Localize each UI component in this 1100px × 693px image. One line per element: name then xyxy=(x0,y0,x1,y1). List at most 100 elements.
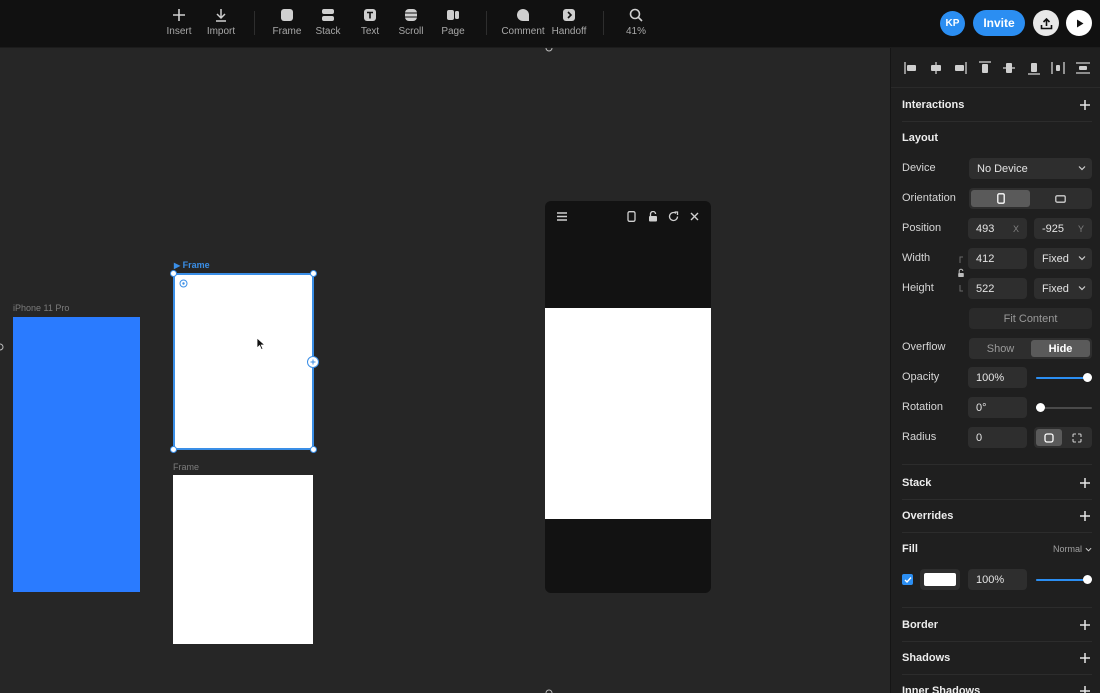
opacity-input[interactable]: 100% xyxy=(968,367,1027,388)
opacity-slider-knob[interactable] xyxy=(1083,373,1092,382)
align-right-icon[interactable] xyxy=(952,60,968,76)
distribute-horizontal-icon[interactable] xyxy=(1050,60,1066,76)
position-y-input[interactable]: -925 Y xyxy=(1034,218,1092,239)
stack-tool[interactable]: Stack xyxy=(312,6,344,42)
add-shadow-plus-icon[interactable] xyxy=(1079,652,1091,664)
position-x-input[interactable]: 493 X xyxy=(968,218,1027,239)
resize-handle-top-left[interactable] xyxy=(170,270,177,277)
inner-shadows-section-title[interactable]: Inner Shadows xyxy=(902,685,980,693)
section-divider xyxy=(902,464,1092,465)
aspect-lock-icon[interactable] xyxy=(957,256,965,292)
canvas-top-marker-icon xyxy=(545,48,553,52)
rotation-slider[interactable] xyxy=(1036,403,1092,413)
fill-enabled-checkbox[interactable] xyxy=(902,574,913,585)
fill-color-swatch[interactable] xyxy=(920,569,960,590)
text-icon xyxy=(363,6,377,24)
opacity-slider[interactable] xyxy=(1036,373,1092,383)
design-canvas[interactable]: iPhone 11 Pro ▶ Frame Frame xyxy=(0,48,890,693)
scroll-label: Scroll xyxy=(398,26,424,37)
height-input[interactable]: 522 xyxy=(968,278,1027,299)
rotation-slider-knob[interactable] xyxy=(1036,403,1045,412)
text-tool[interactable]: Text xyxy=(354,6,386,42)
publish-button[interactable] xyxy=(1033,10,1059,36)
rotation-input[interactable]: 0° xyxy=(968,397,1027,418)
selected-frame-label[interactable]: ▶ Frame xyxy=(174,260,210,270)
align-left-icon[interactable] xyxy=(903,60,919,76)
menu-icon[interactable] xyxy=(557,212,567,221)
frame-label: Frame xyxy=(272,26,302,37)
align-top-icon[interactable] xyxy=(977,60,993,76)
radius-uniform-option[interactable] xyxy=(1036,429,1062,446)
comment-tool[interactable]: Comment xyxy=(501,6,545,42)
handoff-tool[interactable]: Handoff xyxy=(549,6,589,42)
section-divider xyxy=(902,641,1092,642)
add-interaction-plus-icon[interactable] xyxy=(1079,99,1091,111)
height-mode-select[interactable]: Fixed xyxy=(1034,278,1092,299)
refresh-icon[interactable] xyxy=(668,211,679,222)
overrides-section-title[interactable]: Overrides xyxy=(902,510,953,522)
page-icon xyxy=(446,6,460,24)
selected-frame[interactable] xyxy=(173,273,314,450)
add-connection-handle[interactable] xyxy=(307,356,319,368)
toolbar-separator xyxy=(486,11,487,35)
align-center-horizontal-icon[interactable] xyxy=(928,60,944,76)
insert-tool[interactable]: Insert xyxy=(163,6,195,42)
width-mode-select[interactable]: Fixed xyxy=(1034,248,1092,269)
user-avatar[interactable]: KP xyxy=(940,11,965,36)
add-inner-shadow-plus-icon[interactable] xyxy=(1079,685,1091,693)
iphone-frame[interactable] xyxy=(13,317,140,592)
iphone-frame-label[interactable]: iPhone 11 Pro xyxy=(13,303,69,313)
portrait-option[interactable] xyxy=(971,190,1030,207)
fill-color-preview xyxy=(924,573,956,586)
unlock-icon[interactable] xyxy=(648,211,658,222)
interactions-section-title[interactable]: Interactions xyxy=(902,99,964,111)
align-center-vertical-icon[interactable] xyxy=(1001,60,1017,76)
fit-content-button[interactable]: Fit Content xyxy=(969,308,1092,329)
resize-handle-bottom-right[interactable] xyxy=(310,446,317,453)
invite-button[interactable]: Invite xyxy=(973,10,1025,36)
preview-frame-content xyxy=(545,308,711,519)
radius-input[interactable]: 0 xyxy=(968,427,1027,448)
add-stack-plus-icon[interactable] xyxy=(1079,477,1091,489)
zoom-tool[interactable]: 41% xyxy=(620,6,652,42)
fill-slider-knob[interactable] xyxy=(1083,575,1092,584)
distribute-vertical-icon[interactable] xyxy=(1075,60,1091,76)
border-section-title[interactable]: Border xyxy=(902,619,938,631)
second-frame[interactable] xyxy=(173,475,313,644)
resize-handle-top-right[interactable] xyxy=(310,270,317,277)
fill-slider-fill xyxy=(1036,579,1087,581)
plus-icon xyxy=(172,6,186,24)
overflow-show-option[interactable]: Show xyxy=(971,340,1030,357)
overflow-hide-option[interactable]: Hide xyxy=(1031,340,1090,357)
position-y-value: -925 xyxy=(1042,222,1065,235)
height-mode-value: Fixed xyxy=(1042,282,1069,295)
frame-icon xyxy=(280,6,294,24)
shadows-section-title[interactable]: Shadows xyxy=(902,652,950,664)
frame-tool[interactable]: Frame xyxy=(271,6,303,42)
radius-individual-option[interactable] xyxy=(1064,429,1090,446)
page-tool[interactable]: Page xyxy=(437,6,469,42)
add-border-plus-icon[interactable] xyxy=(1079,619,1091,631)
align-bottom-icon[interactable] xyxy=(1026,60,1042,76)
checkmark-icon xyxy=(904,576,912,583)
import-tool[interactable]: Import xyxy=(204,6,238,42)
insert-label: Insert xyxy=(166,26,192,37)
landscape-option[interactable] xyxy=(1031,190,1090,207)
alignment-toolbar xyxy=(891,48,1100,88)
close-icon[interactable] xyxy=(690,212,699,221)
preview-play-button[interactable] xyxy=(1066,10,1092,36)
section-divider xyxy=(902,674,1092,675)
preview-window[interactable] xyxy=(545,201,711,593)
scroll-tool[interactable]: Scroll xyxy=(395,6,427,42)
second-frame-label[interactable]: Frame xyxy=(173,462,199,472)
uniform-radius-icon xyxy=(1044,432,1054,443)
fill-blend-mode-select[interactable]: Normal xyxy=(1053,544,1092,554)
resize-handle-bottom-left[interactable] xyxy=(170,446,177,453)
add-override-plus-icon[interactable] xyxy=(1079,510,1091,522)
stack-section-title[interactable]: Stack xyxy=(902,477,931,489)
device-icon[interactable] xyxy=(627,211,636,222)
device-select[interactable]: No Device xyxy=(969,158,1092,179)
width-input[interactable]: 412 xyxy=(968,248,1027,269)
fill-opacity-input[interactable]: 100% xyxy=(968,569,1027,590)
fill-opacity-slider[interactable] xyxy=(1036,575,1092,585)
